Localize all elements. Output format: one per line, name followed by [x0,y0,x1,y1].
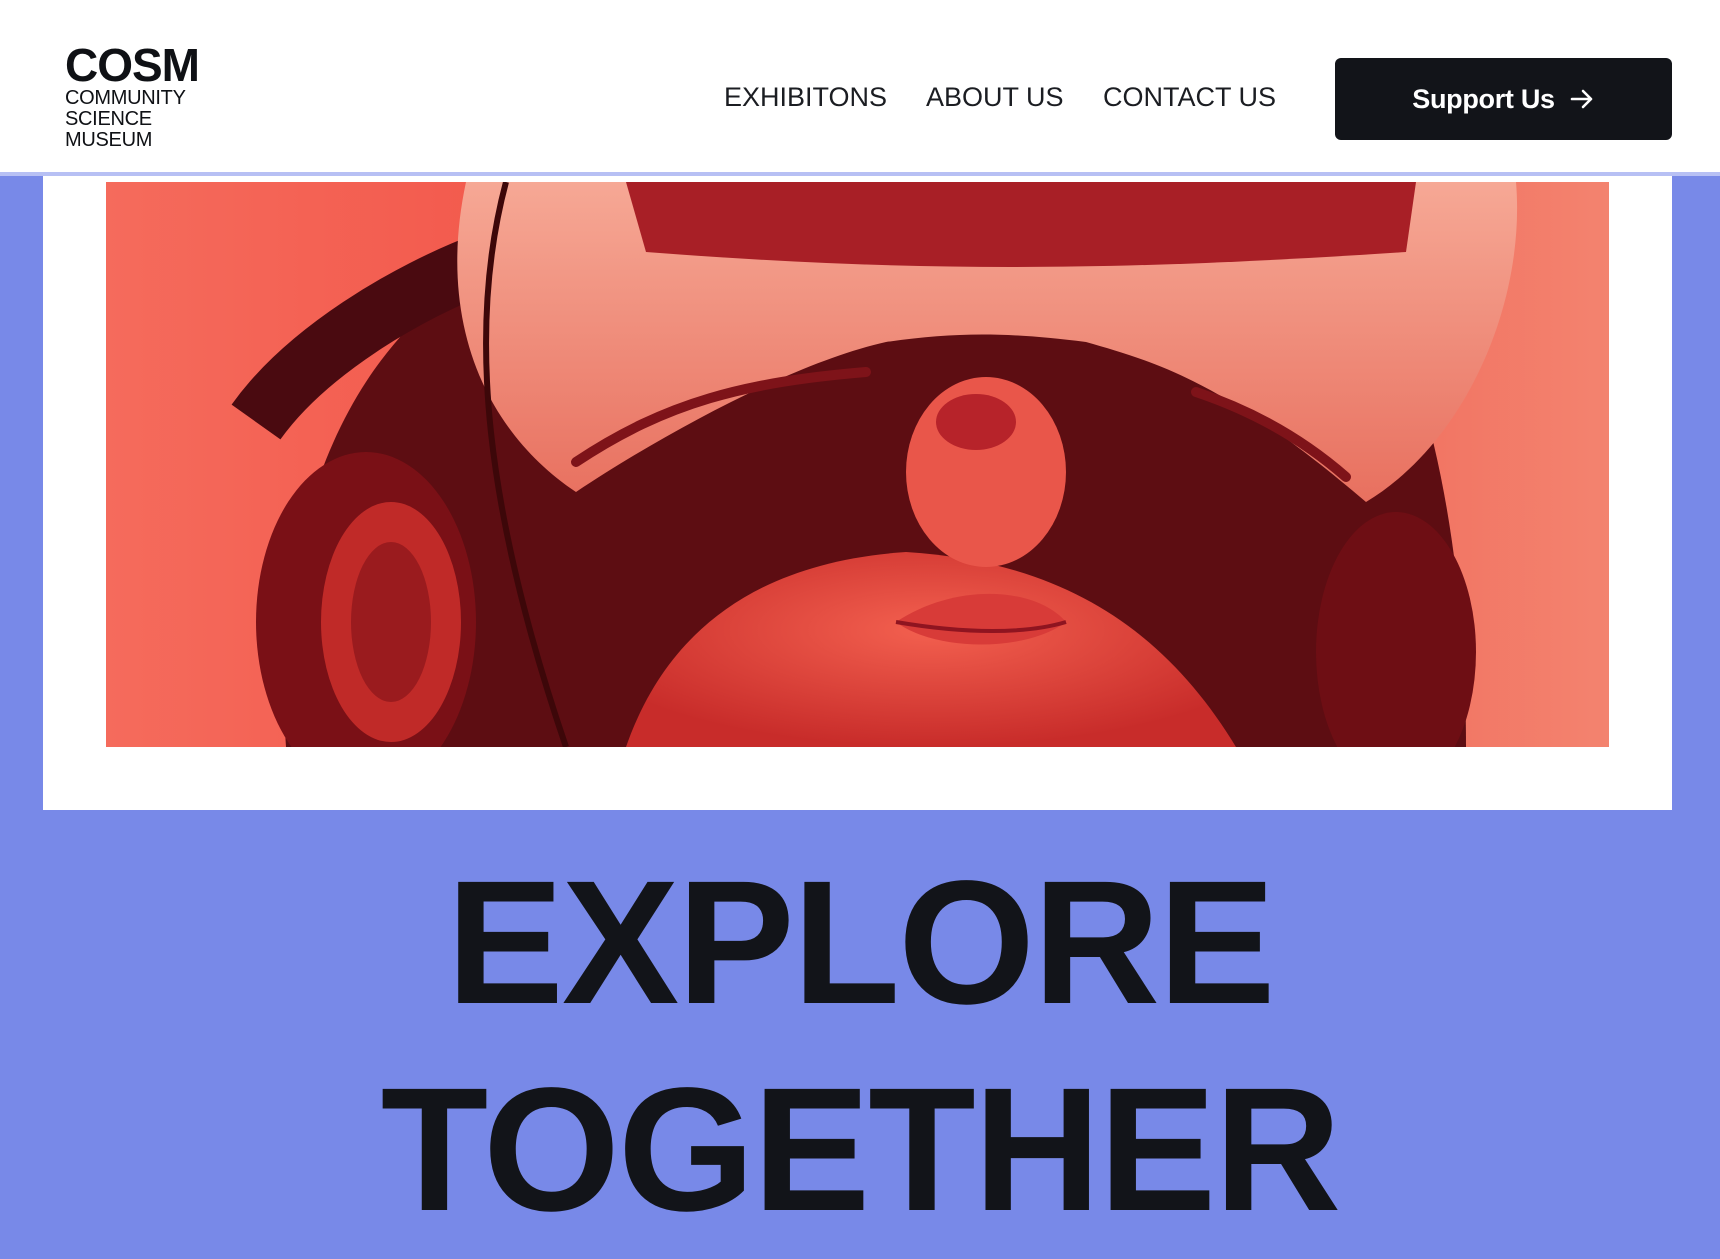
nav-link-about-us[interactable]: ABOUT US [926,82,1064,113]
nav-link-contact-us[interactable]: CONTACT US [1103,82,1276,113]
logo-subtitle-line: SCIENCE [65,108,152,130]
hero-headline: EXPLORE TOGETHER [0,840,1720,1254]
site-logo[interactable]: COSM COMMUNITY SCIENCE MUSEUM [65,39,200,151]
nav-link-exhibitions[interactable]: EXHIBITONS [724,82,887,113]
logo-subtitle-line: MUSEUM [65,129,153,151]
arrow-right-icon [1569,86,1595,112]
hero-image-vr-headset [106,182,1609,747]
support-us-label: Support Us [1412,83,1555,114]
logo-subtitle-line: COMMUNITY [65,87,186,109]
hero-image-frame [43,176,1672,810]
support-us-button[interactable]: Support Us [1335,58,1672,140]
page: COSM COMMUNITY SCIENCE MUSEUM EXHIBITONS… [0,0,1720,1259]
logo-wordmark: COSM [65,39,200,91]
headline-line: TOGETHER [380,1052,1342,1248]
headline-line: EXPLORE [446,845,1275,1041]
site-header: COSM COMMUNITY SCIENCE MUSEUM EXHIBITONS… [0,0,1720,176]
